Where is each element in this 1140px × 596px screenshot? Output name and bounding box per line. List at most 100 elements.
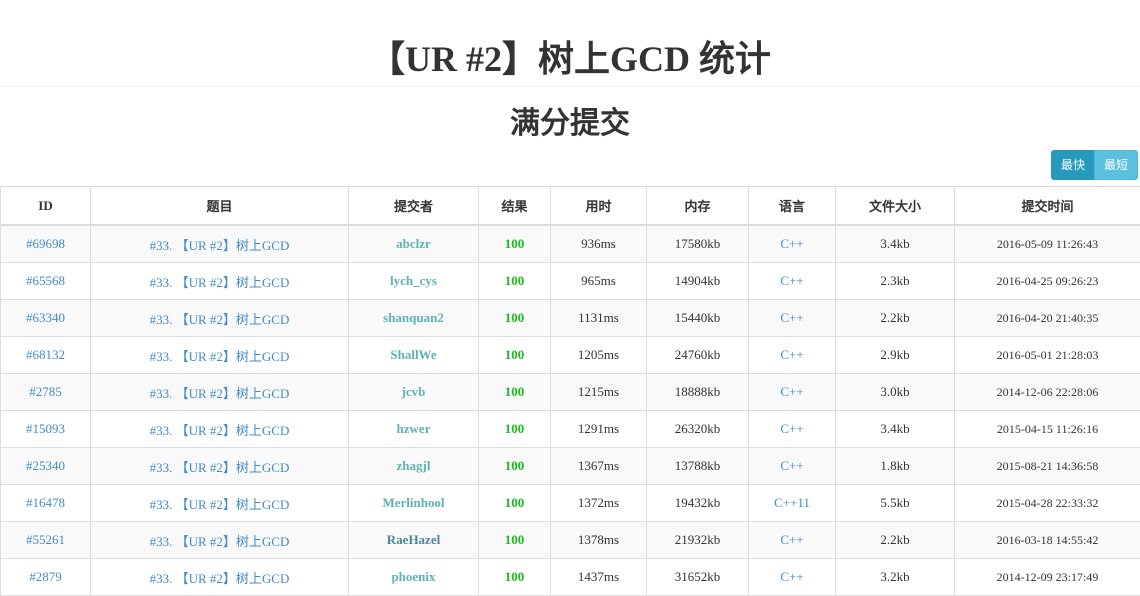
submitter-link[interactable]: shanquan2 bbox=[383, 310, 444, 325]
submitter-link[interactable]: ShallWe bbox=[390, 347, 436, 362]
section-title: 满分提交 bbox=[0, 87, 1140, 148]
size-cell: 3.2kb bbox=[836, 559, 955, 596]
time-cell: 1205ms bbox=[551, 337, 647, 374]
size-cell: 1.8kb bbox=[836, 448, 955, 485]
result-score[interactable]: 100 bbox=[505, 421, 525, 436]
problem-link[interactable]: #33. 【UR #2】树上GCD bbox=[150, 534, 290, 549]
submission-id-link[interactable]: #2879 bbox=[29, 569, 62, 584]
result-score[interactable]: 100 bbox=[505, 310, 525, 325]
column-header-time[interactable]: 用时 bbox=[551, 187, 647, 226]
size-cell: 3.4kb bbox=[836, 411, 955, 448]
submit-time-cell: 2016-05-09 11:26:43 bbox=[955, 225, 1140, 263]
memory-cell: 18888kb bbox=[647, 374, 749, 411]
result-score[interactable]: 100 bbox=[505, 273, 525, 288]
submission-id-link[interactable]: #2785 bbox=[29, 384, 62, 399]
size-cell: 2.2kb bbox=[836, 300, 955, 337]
time-cell: 1291ms bbox=[551, 411, 647, 448]
column-header-memory[interactable]: 内存 bbox=[647, 187, 749, 226]
submit-time-cell: 2014-12-06 22:28:06 bbox=[955, 374, 1140, 411]
language-link[interactable]: C++ bbox=[780, 347, 803, 362]
submit-time-cell: 2016-04-20 21:40:35 bbox=[955, 300, 1140, 337]
sort-shortest-button[interactable]: 最短 bbox=[1094, 150, 1138, 180]
table-row: #2879 #33. 【UR #2】树上GCD phoenix 100 1437… bbox=[1, 559, 1140, 596]
problem-link[interactable]: #33. 【UR #2】树上GCD bbox=[150, 349, 290, 364]
table-row: #25340 #33. 【UR #2】树上GCD zhagjl 100 1367… bbox=[1, 448, 1140, 485]
table-row: #63340 #33. 【UR #2】树上GCD shanquan2 100 1… bbox=[1, 300, 1140, 337]
problem-link[interactable]: #33. 【UR #2】树上GCD bbox=[150, 571, 290, 586]
column-header-size[interactable]: 文件大小 bbox=[836, 187, 955, 226]
language-link[interactable]: C++ bbox=[780, 384, 803, 399]
submitter-link[interactable]: jcvb bbox=[402, 384, 426, 399]
table-header-row: ID 题目 提交者 结果 用时 内存 语言 文件大小 提交时间 bbox=[1, 187, 1140, 226]
submission-id-link[interactable]: #65568 bbox=[26, 273, 65, 288]
column-header-id[interactable]: ID bbox=[1, 187, 91, 226]
result-score[interactable]: 100 bbox=[505, 532, 525, 547]
submit-time-cell: 2016-05-01 21:28:03 bbox=[955, 337, 1140, 374]
submission-id-link[interactable]: #55261 bbox=[26, 532, 65, 547]
result-score[interactable]: 100 bbox=[505, 384, 525, 399]
table-row: #16478 #33. 【UR #2】树上GCD Merlinhool 100 … bbox=[1, 485, 1140, 522]
submission-id-link[interactable]: #69698 bbox=[26, 236, 65, 251]
column-header-submit-time[interactable]: 提交时间 bbox=[955, 187, 1140, 226]
submitter-link[interactable]: phoenix bbox=[391, 569, 435, 584]
memory-cell: 31652kb bbox=[647, 559, 749, 596]
submit-time-cell: 2016-04-25 09:26:23 bbox=[955, 263, 1140, 300]
table-row: #69698 #33. 【UR #2】树上GCD abclzr 100 936m… bbox=[1, 225, 1140, 263]
result-score[interactable]: 100 bbox=[505, 495, 525, 510]
language-link[interactable]: C++ bbox=[780, 458, 803, 473]
table-row: #2785 #33. 【UR #2】树上GCD jcvb 100 1215ms … bbox=[1, 374, 1140, 411]
problem-link[interactable]: #33. 【UR #2】树上GCD bbox=[150, 386, 290, 401]
problem-link[interactable]: #33. 【UR #2】树上GCD bbox=[150, 497, 290, 512]
submit-time-cell: 2015-04-15 11:26:16 bbox=[955, 411, 1140, 448]
language-link[interactable]: C++ bbox=[780, 310, 803, 325]
submitter-link[interactable]: Merlinhool bbox=[382, 495, 444, 510]
submissions-table: ID 题目 提交者 结果 用时 内存 语言 文件大小 提交时间 #69698 #… bbox=[0, 186, 1140, 596]
language-link[interactable]: C++ bbox=[780, 236, 803, 251]
table-row: #68132 #33. 【UR #2】树上GCD ShallWe 100 120… bbox=[1, 337, 1140, 374]
memory-cell: 26320kb bbox=[647, 411, 749, 448]
problem-link[interactable]: #33. 【UR #2】树上GCD bbox=[150, 423, 290, 438]
problem-link[interactable]: #33. 【UR #2】树上GCD bbox=[150, 275, 290, 290]
language-link[interactable]: C++11 bbox=[774, 495, 810, 510]
submission-id-link[interactable]: #16478 bbox=[26, 495, 65, 510]
time-cell: 1131ms bbox=[551, 300, 647, 337]
column-header-language[interactable]: 语言 bbox=[749, 187, 836, 226]
language-link[interactable]: C++ bbox=[780, 421, 803, 436]
language-link[interactable]: C++ bbox=[780, 569, 803, 584]
result-score[interactable]: 100 bbox=[505, 236, 525, 251]
memory-cell: 19432kb bbox=[647, 485, 749, 522]
submitter-link[interactable]: RaeHazel bbox=[387, 532, 440, 547]
time-cell: 1367ms bbox=[551, 448, 647, 485]
submission-id-link[interactable]: #68132 bbox=[26, 347, 65, 362]
problem-link[interactable]: #33. 【UR #2】树上GCD bbox=[150, 312, 290, 327]
submitter-link[interactable]: lych_cys bbox=[390, 273, 437, 288]
language-link[interactable]: C++ bbox=[780, 273, 803, 288]
submitter-link[interactable]: abclzr bbox=[396, 236, 431, 251]
submission-id-link[interactable]: #15093 bbox=[26, 421, 65, 436]
sort-button-group: 最快 最短 bbox=[1051, 150, 1138, 180]
column-header-result[interactable]: 结果 bbox=[479, 187, 551, 226]
memory-cell: 21932kb bbox=[647, 522, 749, 559]
result-score[interactable]: 100 bbox=[505, 347, 525, 362]
problem-link[interactable]: #33. 【UR #2】树上GCD bbox=[150, 238, 290, 253]
submission-id-link[interactable]: #25340 bbox=[26, 458, 65, 473]
size-cell: 2.9kb bbox=[836, 337, 955, 374]
submitter-link[interactable]: hzwer bbox=[397, 421, 431, 436]
submit-time-cell: 2014-12-09 23:17:49 bbox=[955, 559, 1140, 596]
memory-cell: 24760kb bbox=[647, 337, 749, 374]
submission-id-link[interactable]: #63340 bbox=[26, 310, 65, 325]
submitter-link[interactable]: zhagjl bbox=[397, 458, 431, 473]
language-link[interactable]: C++ bbox=[780, 532, 803, 547]
column-header-problem[interactable]: 题目 bbox=[91, 187, 349, 226]
time-cell: 936ms bbox=[551, 225, 647, 263]
result-score[interactable]: 100 bbox=[505, 458, 525, 473]
problem-link[interactable]: #33. 【UR #2】树上GCD bbox=[150, 460, 290, 475]
column-header-submitter[interactable]: 提交者 bbox=[349, 187, 479, 226]
time-cell: 1215ms bbox=[551, 374, 647, 411]
page-title: 【UR #2】树上GCD 统计 bbox=[0, 0, 1140, 87]
result-score[interactable]: 100 bbox=[505, 569, 525, 584]
sort-fastest-button[interactable]: 最快 bbox=[1051, 150, 1094, 180]
time-cell: 1372ms bbox=[551, 485, 647, 522]
memory-cell: 15440kb bbox=[647, 300, 749, 337]
submit-time-cell: 2016-03-18 14:55:42 bbox=[955, 522, 1140, 559]
